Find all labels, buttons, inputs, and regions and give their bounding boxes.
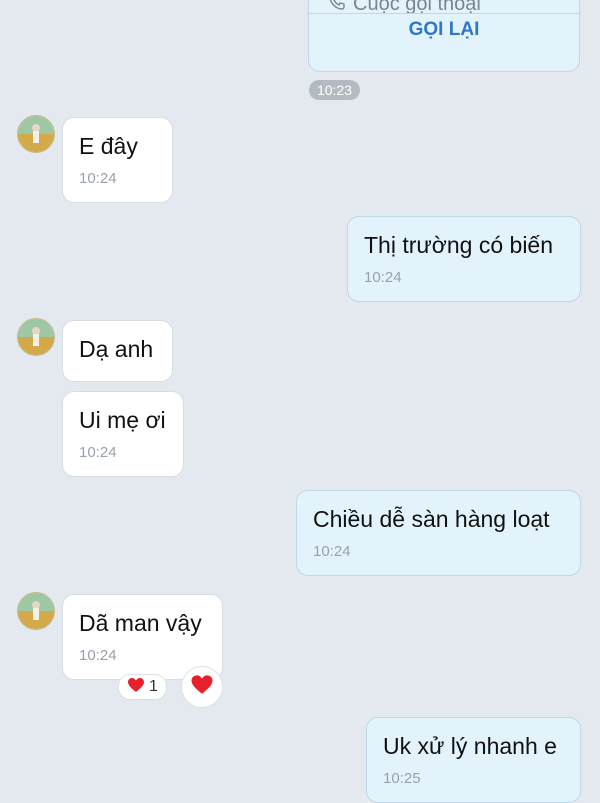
- message-time: 10:24: [79, 444, 117, 461]
- message-text: Ui mẹ ơi: [79, 407, 166, 433]
- message-text: Dạ anh: [79, 336, 154, 362]
- message-time: 10:25: [383, 770, 421, 787]
- reaction-badge[interactable]: 1: [118, 674, 167, 700]
- message-bubble[interactable]: Dạ anh: [62, 320, 173, 382]
- message-bubble[interactable]: Uk xử lý nhanh e 10:25: [366, 717, 581, 803]
- message-time: 10:24: [79, 647, 117, 664]
- message-time: 10:24: [79, 170, 117, 187]
- message-bubble[interactable]: Thị trường có biến 10:24: [347, 216, 581, 302]
- message-time: 10:24: [364, 269, 402, 286]
- avatar[interactable]: [17, 115, 55, 153]
- add-reaction-button[interactable]: [181, 666, 223, 708]
- reaction-count: 1: [149, 678, 158, 695]
- avatar-image: [18, 593, 54, 629]
- call-divider: [309, 13, 579, 14]
- message-text: Chiều dễ sàn hàng loạt: [313, 506, 550, 532]
- message-bubble[interactable]: Chiều dễ sàn hàng loạt 10:24: [296, 490, 581, 576]
- message-bubble[interactable]: Ui mẹ ơi 10:24: [62, 391, 184, 477]
- message-bubble[interactable]: E đây 10:24: [62, 117, 173, 203]
- message-text: Uk xử lý nhanh e: [383, 733, 557, 759]
- avatar-image: [18, 319, 54, 355]
- heart-icon: [127, 677, 145, 698]
- avatar[interactable]: [17, 592, 55, 630]
- message-time: 10:24: [313, 543, 351, 560]
- message-text: Dã man vậy: [79, 610, 202, 636]
- avatar-image: [18, 116, 54, 152]
- avatar[interactable]: [17, 318, 55, 356]
- message-text: E đây: [79, 133, 138, 159]
- call-back-button[interactable]: GỌI LẠI: [309, 19, 579, 41]
- time-separator: 10:23: [309, 80, 360, 100]
- call-card: Cuộc gọi thoại GỌI LẠI: [308, 0, 580, 72]
- heart-icon: [190, 674, 214, 700]
- message-text: Thị trường có biến: [364, 232, 554, 258]
